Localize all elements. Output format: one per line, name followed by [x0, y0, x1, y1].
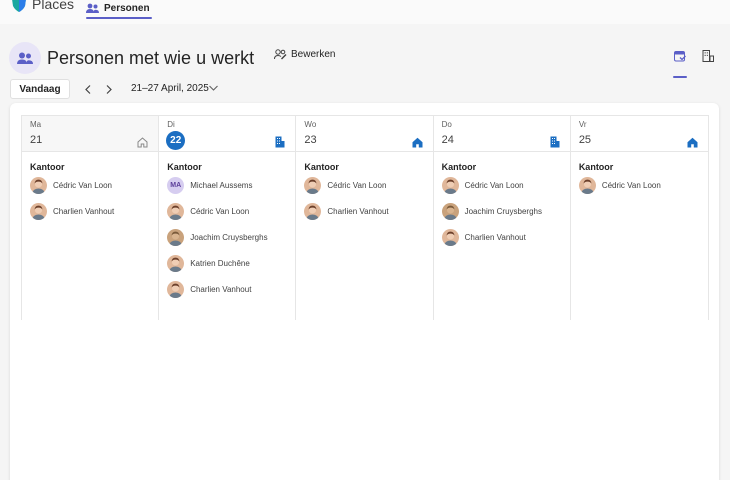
weekday-label: Vr	[578, 120, 587, 129]
day-column-vr: Vr 25 Kantoor Cédric Van Loon	[570, 116, 709, 320]
day-header[interactable]: Do 24	[433, 116, 570, 153]
day-body: Kantoor MA Michael Aussems Cédric Van Loon J…	[159, 152, 295, 317]
avatar	[30, 203, 47, 220]
avatar	[304, 177, 322, 194]
person-name: Joachim Cruysberghs	[464, 207, 542, 216]
building-view-icon[interactable]	[702, 50, 714, 62]
location-label: Kantoor	[578, 162, 614, 172]
avatar	[304, 203, 322, 220]
day-body: Kantoor Cédric Van Loon Charlien Vanhout	[296, 152, 432, 239]
people-header-icon	[9, 42, 41, 74]
person-item[interactable]: Cédric Van Loon	[441, 177, 562, 194]
brand[interactable]: Places	[12, 0, 74, 12]
person-name: Cédric Van Loon	[601, 181, 661, 190]
people-edit-icon	[274, 49, 287, 60]
day-column-wo: Wo 23 Kantoor Cédric Van Loon Charlien Vanho…	[296, 116, 434, 320]
page-title: Personen met wie u werkt	[47, 48, 255, 68]
date-number: 25	[578, 134, 592, 146]
tab-personen[interactable]: Personen	[86, 0, 152, 19]
day-body: Kantoor Cédric Van Loon Charlien Vanhout	[22, 152, 158, 239]
avatar	[167, 203, 185, 220]
person-item[interactable]: Charlien Vanhout	[167, 281, 287, 298]
chevron-left-icon	[85, 84, 91, 94]
avatar	[578, 177, 596, 194]
tab-label: Personen	[104, 2, 150, 14]
person-name: Michael Aussems	[190, 181, 253, 190]
day-column-do: Do 24 Kantoor Cédric Van Loon Joachim Cruysb…	[433, 116, 571, 320]
edit-button[interactable]: Bewerken	[274, 49, 335, 60]
day-header[interactable]: Wo 23	[296, 116, 433, 153]
person-item[interactable]: Charlien Vanhout	[304, 203, 424, 220]
top-bar: Places Personen	[0, 0, 730, 24]
person-item[interactable]: Cédric Van Loon	[304, 177, 424, 194]
day-column-ma: Ma 21 Kantoor Cédric Van Loon Charlien Vanho…	[22, 116, 160, 320]
date-number: 21	[30, 134, 43, 146]
people-icon	[86, 3, 99, 13]
day-header[interactable]: Di 22	[159, 116, 296, 153]
office-building-icon[interactable]	[550, 135, 560, 153]
home-outline-icon[interactable]	[137, 135, 148, 153]
avatar	[30, 177, 47, 194]
weekday-label: Ma	[30, 120, 42, 129]
person-name: Cédric Van Loon	[53, 181, 112, 190]
person-item[interactable]: Cédric Van Loon	[30, 177, 150, 194]
person-name: Cédric Van Loon	[190, 207, 250, 216]
person-item[interactable]: Charlien Vanhout	[30, 203, 150, 220]
today-date-badge: 22	[166, 131, 186, 150]
person-name: Joachim Cruysberghs	[190, 233, 268, 242]
location-label: Kantoor	[441, 162, 477, 172]
person-name: Cédric Van Loon	[327, 181, 387, 190]
edit-label: Bewerken	[291, 49, 336, 60]
day-body: Kantoor Cédric Van Loon Joachim Cruysbergh…	[434, 152, 570, 265]
day-body: Kantoor Cédric Van Loon	[571, 152, 708, 213]
person-item[interactable]: Cédric Van Loon	[167, 203, 287, 220]
avatar	[167, 229, 185, 246]
person-name: Charlien Vanhout	[464, 233, 526, 242]
avatar	[441, 177, 459, 194]
calendar-week-view-icon[interactable]	[674, 50, 686, 62]
next-week-button[interactable]	[102, 82, 116, 96]
previous-week-button[interactable]	[81, 82, 95, 96]
date-number: 23	[304, 134, 317, 146]
avatar	[441, 229, 459, 246]
home-filled-icon[interactable]	[687, 135, 698, 153]
weekday-label: Di	[167, 120, 175, 129]
date-range-label[interactable]: 21–27 April, 2025	[131, 83, 209, 94]
day-column-di: Di 22 Kantoor MA Michael Aussems Cédric Van L…	[159, 116, 297, 320]
person-item[interactable]: Katrien Duchêne	[167, 255, 287, 272]
person-name: Cédric Van Loon	[464, 181, 524, 190]
places-logo-icon	[12, 0, 26, 12]
location-label: Kantoor	[30, 162, 65, 172]
avatar	[167, 281, 185, 298]
today-button[interactable]: Vandaag	[10, 79, 70, 99]
app-name: Places	[32, 0, 75, 12]
person-item[interactable]: Joachim Cruysberghs	[441, 203, 562, 220]
avatar-initials: MA	[167, 177, 185, 194]
chevron-down-icon[interactable]	[209, 85, 218, 91]
week-card: Ma 21 Kantoor Cédric Van Loon Charlien Vanho…	[10, 103, 719, 480]
chevron-right-icon	[106, 84, 112, 94]
home-filled-icon[interactable]	[412, 135, 423, 153]
weekday-label: Do	[441, 120, 452, 129]
view-active-indicator	[673, 76, 687, 78]
person-name: Katrien Duchêne	[190, 259, 250, 268]
office-building-icon[interactable]	[275, 135, 285, 153]
avatar	[441, 203, 459, 220]
location-label: Kantoor	[167, 162, 202, 172]
date-number: 24	[441, 134, 454, 146]
active-tab-indicator	[86, 17, 152, 19]
person-item[interactable]: Charlien Vanhout	[441, 229, 562, 246]
location-label: Kantoor	[304, 162, 339, 172]
person-name: Charlien Vanhout	[190, 285, 252, 294]
person-name: Charlien Vanhout	[53, 207, 115, 216]
weekday-label: Wo	[304, 120, 317, 129]
week-grid: Ma 21 Kantoor Cédric Van Loon Charlien Vanho…	[21, 115, 709, 320]
day-header[interactable]: Vr 25	[570, 116, 709, 153]
person-item[interactable]: Cédric Van Loon	[578, 177, 700, 194]
person-name: Charlien Vanhout	[327, 207, 389, 216]
person-item[interactable]: MA Michael Aussems	[167, 177, 287, 194]
avatar	[167, 255, 185, 272]
day-header[interactable]: Ma 21	[22, 116, 159, 153]
person-item[interactable]: Joachim Cruysberghs	[167, 229, 287, 246]
